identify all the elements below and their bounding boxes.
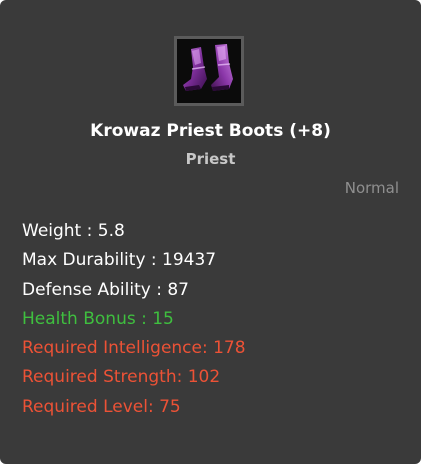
stat-required-level: Required Level: 75 [22, 396, 181, 417]
item-icon-frame [174, 36, 244, 106]
stat-health-bonus: Health Bonus : 15 [22, 308, 174, 329]
stat-required-strength: Required Strength: 102 [22, 367, 221, 388]
purple-priest-boots-icon [177, 39, 241, 103]
stat-weight: Weight : 5.8 [22, 221, 125, 241]
item-grade: Normal [344, 179, 399, 197]
item-class: Priest [185, 150, 236, 168]
stat-required-intelligence: Required Intelligence: 178 [22, 338, 246, 359]
stat-defense-ability: Defense Ability : 87 [22, 279, 189, 300]
stat-max-durability: Max Durability : 19437 [22, 250, 217, 271]
stats-list: Weight : 5.8 Max Durability : 19437 Defe… [22, 217, 246, 422]
item-tooltip: Krowaz Priest Boots (+8) Priest Normal W… [0, 0, 421, 464]
item-name: Krowaz Priest Boots (+8) [90, 121, 331, 141]
